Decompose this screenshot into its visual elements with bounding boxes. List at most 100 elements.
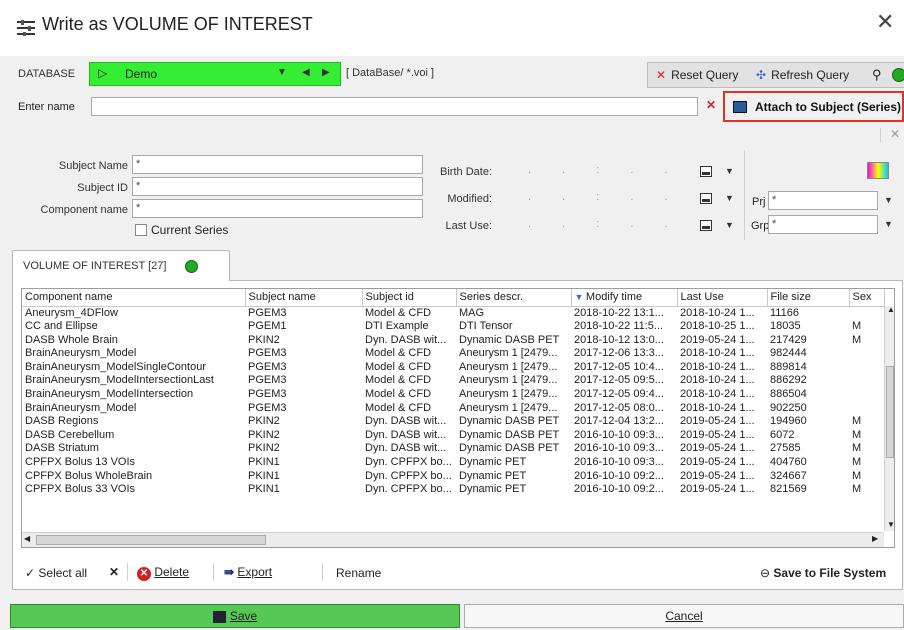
expand-circle-icon[interactable] [185,260,198,273]
magic-wand-icon[interactable]: ⚲ [872,67,882,83]
deselect-icon[interactable]: ✕ [109,565,119,579]
current-series-label: Current Series [151,223,229,237]
column-header[interactable]: Subject name [245,289,363,307]
column-header[interactable]: Sex [849,289,885,307]
scroll-thumb[interactable] [886,366,894,458]
reset-icon: ✕ [656,68,667,82]
name-input[interactable] [91,97,698,116]
calendar-icon[interactable] [700,193,712,204]
table-cell [849,347,884,361]
table-cell: 404760 [770,456,807,469]
horizontal-scrollbar[interactable]: ◀ ▶ [22,532,884,547]
table-cell: 6072 [770,428,795,441]
column-header-label: Subject name [248,291,316,304]
scroll-left-icon[interactable]: ◀ [24,534,30,543]
prj-field[interactable]: * [768,191,878,210]
table-cell [849,374,884,388]
column-header[interactable]: ▼ Modify time [571,289,678,307]
column-header[interactable]: File size [767,289,850,307]
table-row[interactable]: BrainAneurysm_ModelIntersectionLast PGEM3… [22,374,884,388]
column-header-label: Last Use [680,291,724,304]
table-cell: Dyn. DASB wit... [365,415,447,428]
table-row[interactable]: DASB Whole Brain PKIN2 Dyn. DASB wit... Dyn… [22,334,884,348]
dropdown-icon[interactable]: ▼ [725,166,734,176]
table-row[interactable]: CC and Ellipse PGEM1 DTI Example DTI Tensor… [22,320,884,334]
calendar-icon[interactable] [700,166,712,177]
table-row[interactable]: CPFPX Bolus WholeBrain PKIN1 Dyn. CPFPX bo… [22,470,884,484]
scroll-down-icon[interactable]: ▼ [887,520,894,529]
dropdown-icon[interactable]: ▼ [725,193,734,203]
table-row[interactable]: BrainAneurysm_ModelSingleContour PGEM3 Mod… [22,361,884,375]
birth-date-field[interactable]: . . : . . [528,164,682,176]
table-cell: Dynamic PET [459,456,527,469]
vertical-scrollbar[interactable]: ▲ ▼ [884,305,894,531]
dropdown-icon[interactable]: ▼ [277,67,287,78]
save-fs-label: Save to File System [773,566,887,580]
table-cell: Dynamic DASB PET [459,428,560,441]
color-palette-icon[interactable] [867,162,889,179]
close-filter-icon[interactable]: ✕ [890,127,900,141]
title-bar: Write as VOLUME OF INTEREST ✕ [0,0,904,56]
table-cell [849,388,884,402]
table-row[interactable]: BrainAneurysm_Model PGEM3 Model & CFD Aneur… [22,347,884,361]
dropdown-icon[interactable]: ▼ [884,195,893,205]
dropdown-icon[interactable]: ▼ [884,219,893,229]
scroll-right-icon[interactable]: ▶ [872,534,878,543]
subject-name-field[interactable]: * [132,155,423,174]
database-label: DATABASE [18,68,76,80]
database-selector[interactable]: ▷ Demo ▼ ◀ ▶ [89,62,341,86]
previous-icon[interactable]: ◀ [302,67,310,78]
table-row[interactable]: DASB Regions PKIN2 Dyn. DASB wit... Dynamic… [22,415,884,429]
tab-volume-of-interest[interactable]: VOLUME OF INTEREST [27] [12,250,230,281]
table-cell [849,361,884,375]
select-all-button[interactable]: ✓ Select all [25,566,87,580]
clear-name-icon[interactable]: ✕ [706,98,716,112]
separator [322,563,323,581]
table-cell: CPFPX Bolus WholeBrain [25,469,153,482]
table-row[interactable]: CPFPX Bolus 33 VOIs PKIN1 Dyn. CPFPX bo...… [22,483,884,497]
table-row[interactable]: BrainAneurysm_ModelIntersection PGEM3 Mode… [22,388,884,402]
table-cell: 2019-05-24 1... [680,483,755,496]
component-name-field[interactable]: * [132,199,423,218]
table-cell: PGEM3 [248,388,287,401]
cancel-button[interactable]: Cancel [464,604,904,628]
refresh-query-button[interactable]: ✣ Refresh Query [756,68,849,82]
scroll-thumb[interactable] [36,535,266,545]
table-row[interactable]: DASB Striatum PKIN2 Dyn. DASB wit... Dynami… [22,442,884,456]
current-series-checkbox[interactable] [135,224,147,236]
close-icon[interactable]: ✕ [876,12,894,34]
table-row[interactable]: DASB Cerebellum PKIN2 Dyn. DASB wit... Dyna… [22,429,884,443]
table-cell: 2016-10-10 09:3... [574,428,664,441]
table-cell: Dyn. CPFPX bo... [365,456,452,469]
column-header[interactable]: Component name [22,289,246,307]
calendar-icon[interactable] [700,220,712,231]
rename-button[interactable]: Rename [336,566,381,580]
last-use-date-field[interactable]: . . : . . [528,218,682,230]
table-cell: 324667 [770,469,807,482]
modified-date-field[interactable]: . . : . . [528,191,682,203]
subject-id-field[interactable]: * [132,177,423,196]
attach-to-subject-button[interactable]: Attach to Subject (Series) [723,91,904,122]
export-button[interactable]: ⇛ Export [224,565,272,579]
table-row[interactable]: CPFPX Bolus 13 VOIs PKIN1 Dyn. CPFPX bo...… [22,456,884,470]
table-cell: 889814 [770,360,807,373]
table-cell: Dynamic DASB PET [459,333,560,346]
save-to-file-system-button[interactable]: ⊖ Save to File System [760,566,886,580]
table-cell: PGEM3 [248,374,287,387]
table-cell: 2016-10-10 09:3... [574,456,664,469]
table-row[interactable]: BrainAneurysm_Model PGEM3 Model & CFD Aneur… [22,402,884,416]
birth-date-label: Birth Date: [440,166,492,178]
column-header[interactable]: Last Use [677,289,768,307]
scroll-up-icon[interactable]: ▲ [887,305,894,314]
save-button[interactable]: Save [10,604,460,628]
next-icon[interactable]: ▶ [322,67,330,78]
table-cell: Model & CFD [365,360,432,373]
expand-circle-icon[interactable] [892,68,904,82]
column-header[interactable]: Series descr. [456,289,572,307]
delete-button[interactable]: ✕ Delete [137,565,189,581]
reset-query-button[interactable]: ✕ Reset Query [656,68,738,82]
grp-field[interactable]: * [768,215,878,234]
column-header[interactable]: Subject id [362,289,457,307]
dropdown-icon[interactable]: ▼ [725,220,734,230]
table-row[interactable]: Aneurysm_4DFlow PGEM3 Model & CFD MAG 2018-1… [22,306,884,320]
